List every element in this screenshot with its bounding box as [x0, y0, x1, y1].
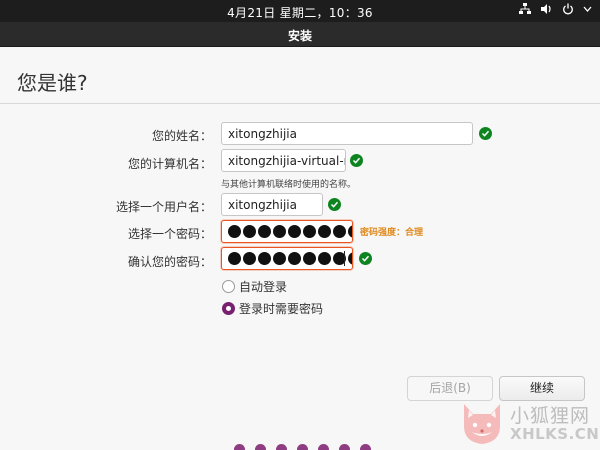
confirm-mask-dot: [243, 252, 256, 265]
chevron-down-icon[interactable]: [583, 3, 592, 15]
progress-dot: [318, 444, 329, 450]
name-valid-check-icon: [479, 127, 492, 140]
system-tray[interactable]: [519, 3, 592, 15]
auto-login-radio[interactable]: [222, 280, 235, 293]
password-mask-dot: [318, 225, 331, 238]
page-title: 您是谁?: [17, 71, 88, 95]
network-icon[interactable]: [519, 3, 531, 15]
password-mask-dot: [348, 225, 352, 238]
progress-dot: [360, 444, 371, 450]
window-title: 安装: [287, 29, 312, 43]
password-strength-label: 密码强度：合理: [360, 228, 424, 238]
confirm-mask-dot: [273, 252, 286, 265]
text-caret: [344, 251, 345, 266]
confirm-mask-dot: [348, 252, 352, 265]
progress-dot: [297, 444, 308, 450]
watermark-text-en: XHLKS.CN: [510, 425, 600, 443]
password-mask-dot: [243, 225, 256, 238]
require-password-radio[interactable]: [222, 302, 235, 315]
confirm-mask-dot: [303, 252, 316, 265]
name-label: 您的姓名：: [151, 129, 212, 143]
progress-dot: [255, 444, 266, 450]
password-mask-dot: [288, 225, 301, 238]
watermark: 小狐狸网 XHLKS.CN: [458, 396, 600, 450]
require-password-label[interactable]: 登录时需要密码: [239, 300, 323, 317]
password-mask-dot: [303, 225, 316, 238]
confirm-mask-dot: [258, 252, 271, 265]
volume-icon[interactable]: [540, 3, 553, 15]
progress-dot: [339, 444, 350, 450]
username-label: 选择一个用户名：: [115, 200, 212, 214]
confirm-valid-check-icon: [359, 252, 372, 265]
confirm-password-label: 确认您的密码：: [127, 255, 212, 269]
computer-name-hint: 与其他计算机联络时使用的名称。: [221, 180, 357, 190]
watermark-text-cn: 小狐狸网: [510, 405, 591, 427]
confirm-mask-dot: [228, 252, 241, 265]
password-mask-dot: [258, 225, 271, 238]
progress-dot: [276, 444, 287, 450]
confirm-mask-dot: [288, 252, 301, 265]
header-divider: [0, 103, 600, 104]
computer-name-field[interactable]: xitongzhijia-virtual-ma: [221, 149, 346, 172]
require-password-option[interactable]: 登录时需要密码: [222, 300, 323, 317]
computer-name-valid-check-icon: [350, 154, 363, 167]
auto-login-label[interactable]: 自动登录: [239, 278, 287, 295]
computer-name-label: 您的计算机名：: [127, 157, 212, 171]
clock[interactable]: 4月21日 星期二，10：36: [0, 4, 600, 21]
password-mask-dot: [273, 225, 286, 238]
password-field[interactable]: [221, 220, 353, 243]
progress-dot: [234, 444, 245, 450]
window-titlebar[interactable]: 安装: [0, 22, 600, 47]
password-mask-dot: [333, 225, 346, 238]
password-mask-dot: [228, 225, 241, 238]
password-mask: [228, 225, 352, 238]
top-panel: 4月21日 星期二，10：36: [0, 0, 600, 22]
install-progress: [234, 444, 371, 450]
confirm-password-mask: [228, 252, 352, 265]
confirm-mask-dot: [318, 252, 331, 265]
power-icon[interactable]: [562, 3, 574, 15]
name-field[interactable]: xitongzhijia: [221, 122, 473, 145]
password-label: 选择一个密码：: [127, 227, 212, 241]
username-field[interactable]: xitongzhijia: [221, 193, 323, 216]
confirm-password-field[interactable]: [221, 247, 353, 270]
fox-logo-icon: [464, 404, 500, 444]
username-valid-check-icon: [328, 198, 341, 211]
auto-login-option[interactable]: 自动登录: [222, 278, 287, 295]
